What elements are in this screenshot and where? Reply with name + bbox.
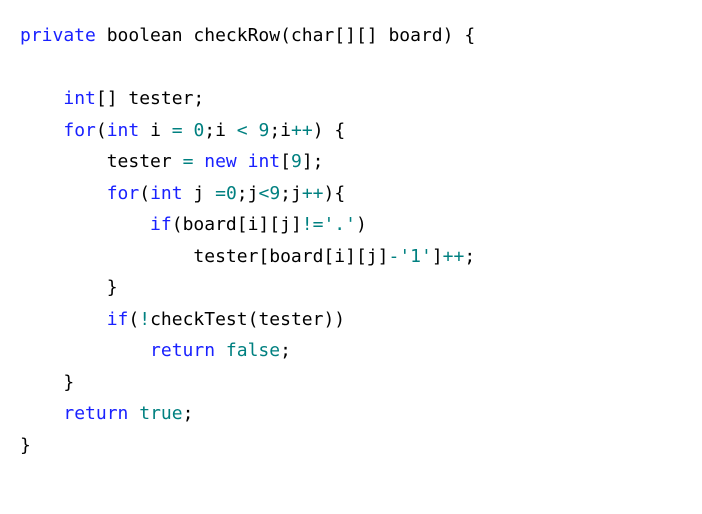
keyword-int: int — [248, 151, 281, 172]
keyword-for: for — [63, 120, 96, 141]
keyword-int: int — [63, 88, 96, 109]
code-text: ;j — [237, 183, 259, 204]
code-text: tester — [20, 151, 183, 172]
op-increment: ++ — [302, 183, 324, 204]
op-equals: = — [183, 151, 194, 172]
code-text: ){ — [324, 183, 346, 204]
code-text: ( — [128, 309, 139, 330]
num-literal: 0 — [226, 183, 237, 204]
indent — [20, 340, 150, 361]
keyword-return: return — [63, 403, 128, 424]
code-text: } — [20, 372, 74, 393]
code-text: i — [139, 120, 172, 141]
code-text — [248, 120, 259, 141]
code-text: [ — [280, 151, 291, 172]
code-text: ; — [464, 246, 475, 267]
code-text: (board[i][j] — [172, 214, 302, 235]
op-lt: < — [258, 183, 269, 204]
keyword-for: for — [107, 183, 140, 204]
op-not: ! — [139, 309, 150, 330]
indent — [20, 214, 150, 235]
bool-literal: false — [226, 340, 280, 361]
op-increment: ++ — [291, 120, 313, 141]
op-increment: ++ — [443, 246, 465, 267]
keyword-return: return — [150, 340, 215, 361]
code-text: ]; — [302, 151, 324, 172]
keyword-new: new — [204, 151, 237, 172]
code-text: ( — [139, 183, 150, 204]
indent — [20, 403, 63, 424]
keyword-int: int — [150, 183, 183, 204]
code-text: ;i — [204, 120, 237, 141]
code-text: checkTest(tester)) — [150, 309, 345, 330]
num-literal: 9 — [258, 120, 269, 141]
code-text — [183, 120, 194, 141]
keyword-private: private — [20, 25, 96, 46]
code-text — [215, 340, 226, 361]
op-equals: = — [215, 183, 226, 204]
code-text — [237, 151, 248, 172]
code-text: j — [183, 183, 216, 204]
num-literal: 9 — [291, 151, 302, 172]
indent — [20, 88, 63, 109]
code-text: ; — [183, 403, 194, 424]
indent — [20, 120, 63, 141]
num-literal: 0 — [193, 120, 204, 141]
code-text: boolean checkRow(char[][] board) { — [96, 25, 475, 46]
code-snippet: private boolean checkRow(char[][] board)… — [20, 20, 682, 461]
code-text: } — [20, 435, 31, 456]
indent — [20, 183, 107, 204]
keyword-int: int — [107, 120, 140, 141]
op-equals: = — [172, 120, 183, 141]
code-text: ( — [96, 120, 107, 141]
code-text: ;j — [280, 183, 302, 204]
char-literal: '1' — [399, 246, 432, 267]
code-text — [193, 151, 204, 172]
code-text: ;i — [269, 120, 291, 141]
num-literal: 9 — [269, 183, 280, 204]
code-text: ) { — [313, 120, 346, 141]
keyword-if: if — [107, 309, 129, 330]
keyword-if: if — [150, 214, 172, 235]
char-literal: '.' — [323, 214, 356, 235]
code-text: } — [20, 277, 118, 298]
op-minus: - — [388, 246, 399, 267]
op-lt: < — [237, 120, 248, 141]
code-text: [] tester; — [96, 88, 204, 109]
indent — [20, 309, 107, 330]
op-ne: != — [302, 214, 324, 235]
code-text: ] — [432, 246, 443, 267]
code-text — [128, 403, 139, 424]
bool-literal: true — [139, 403, 182, 424]
code-text: tester[board[i][j] — [20, 246, 388, 267]
code-text: ) — [356, 214, 367, 235]
code-text: ; — [280, 340, 291, 361]
